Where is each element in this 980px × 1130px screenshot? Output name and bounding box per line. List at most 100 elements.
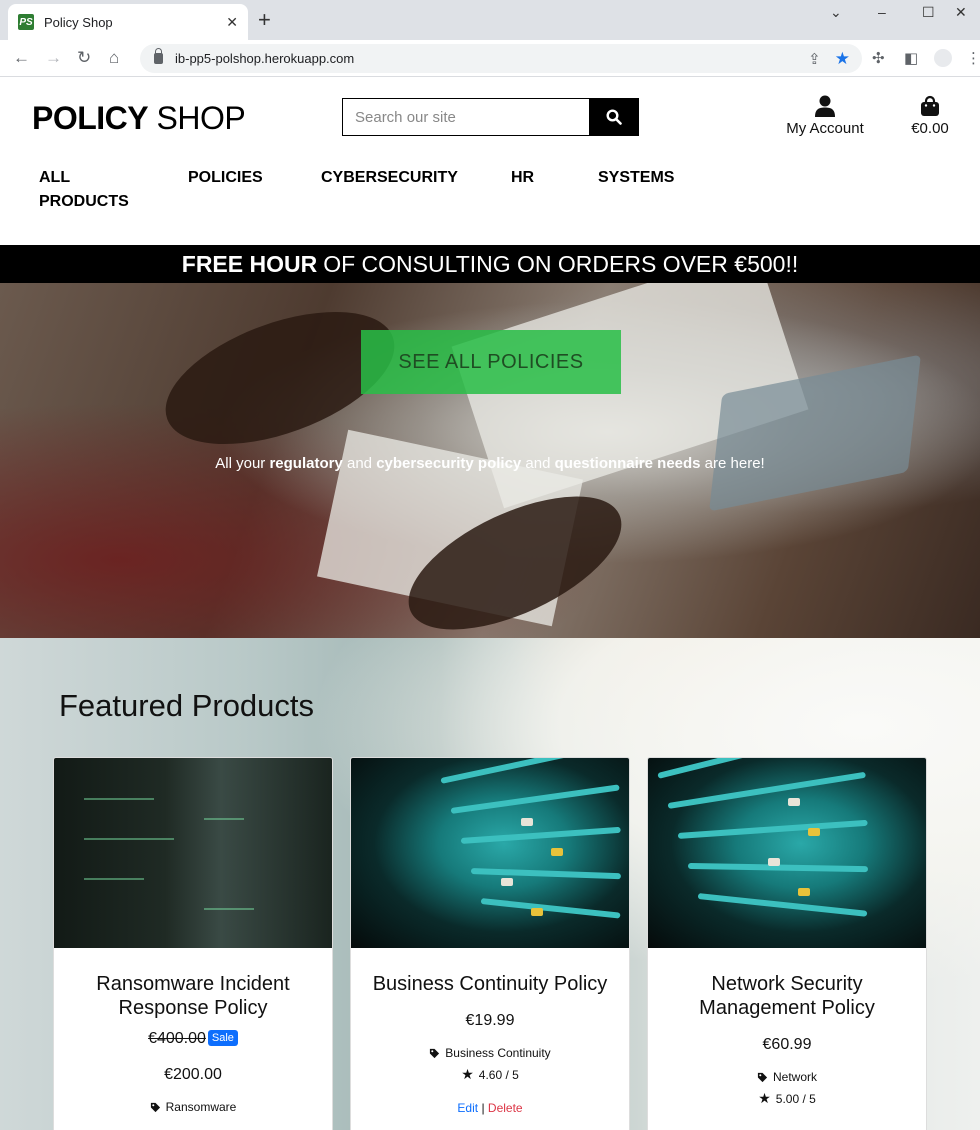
search-button[interactable] [589, 99, 638, 135]
promo-banner: FREE HOUR OF CONSULTING ON ORDERS OVER €5… [0, 245, 980, 283]
plug-shape [521, 818, 533, 826]
featured-section: Featured Products Ransomware Incident Re… [0, 638, 980, 1130]
product-rating: ★ 4.60 / 5 [351, 1066, 629, 1083]
product-name[interactable]: Business Continuity Policy [351, 972, 629, 996]
rack-light [204, 908, 254, 910]
share-icon[interactable]: ⇪ [808, 50, 821, 68]
cable-shape [677, 819, 868, 839]
product-name-line: Network Security [711, 973, 863, 995]
product-name-line: Management Policy [699, 997, 875, 1019]
product-rating: ★ 5.00 / 5 [648, 1090, 926, 1107]
old-price: €400.00 [148, 1030, 206, 1047]
plug-shape [798, 888, 810, 896]
product-card[interactable]: Ransomware Incident Response Policy €400… [53, 757, 333, 1130]
rating-value: 5.00 / 5 [775, 1091, 816, 1106]
plug-shape [531, 908, 543, 916]
plug-shape [788, 798, 800, 806]
rack-light [204, 818, 244, 820]
nav-systems[interactable]: SYSTEMS [598, 166, 674, 190]
minimize-icon[interactable]: – [878, 4, 886, 20]
user-icon [815, 95, 835, 117]
extensions-icon[interactable]: ✣ [872, 49, 885, 67]
cable-shape [470, 868, 622, 880]
product-image[interactable] [351, 758, 629, 948]
reload-icon[interactable]: ↻ [77, 48, 91, 68]
forward-icon[interactable]: → [45, 48, 62, 68]
cable-shape [440, 758, 608, 784]
site-search [342, 98, 639, 136]
address-bar[interactable]: ib-pp5-polshop.herokuapp.com ⇪ ★ [140, 44, 862, 73]
tagline-part: All your [215, 455, 270, 472]
url-text: ib-pp5-polshop.herokuapp.com [175, 51, 355, 66]
product-card[interactable]: Business Continuity Policy €19.99 Busine… [350, 757, 630, 1130]
logo-bold: POLICY [32, 100, 149, 136]
rack-light [84, 878, 144, 880]
hero-section: SEE ALL POLICIES All your regulatory and… [0, 283, 980, 638]
featured-title: Featured Products [59, 688, 315, 723]
plug-shape [768, 858, 780, 866]
maximize-icon[interactable]: ☐ [922, 4, 935, 21]
sale-badge: Sale [207, 1030, 238, 1046]
price-row: €400.00 Sale [54, 1030, 332, 1048]
delete-link[interactable]: Delete [488, 1101, 523, 1115]
site-logo[interactable]: POLICY SHOP [32, 100, 246, 137]
window-close-icon[interactable]: ✕ [955, 4, 967, 21]
new-tab-icon[interactable]: + [258, 8, 271, 32]
tagline-bold: questionnaire needs [554, 455, 701, 472]
cable-shape [667, 771, 867, 809]
search-icon [605, 109, 622, 125]
edit-link[interactable]: Edit [457, 1101, 478, 1115]
product-category[interactable]: Ransomware [54, 1100, 332, 1114]
back-icon[interactable]: ← [13, 48, 30, 68]
category-label: Network [772, 1070, 817, 1084]
nav-all-line2: PRODUCTS [39, 193, 129, 210]
tag-icon [430, 1048, 440, 1058]
my-account-link[interactable]: My Account [782, 95, 868, 138]
nav-all-products[interactable]: ALL PRODUCTS [39, 166, 129, 214]
rack-light [84, 838, 174, 840]
tagline-part: and [521, 455, 555, 472]
rating-value: 4.60 / 5 [478, 1067, 519, 1082]
product-image[interactable] [54, 758, 332, 948]
nav-policies[interactable]: POLICIES [188, 166, 263, 190]
nav-cybersecurity[interactable]: CYBERSECURITY [321, 166, 458, 190]
banner-text: OF CONSULTING ON ORDERS OVER €500!! [323, 250, 799, 277]
bookmark-star-icon[interactable]: ★ [835, 49, 850, 69]
see-all-policies-button[interactable]: SEE ALL POLICIES [361, 330, 621, 394]
product-image[interactable] [648, 758, 926, 948]
tab-close-icon[interactable]: ✕ [226, 14, 238, 31]
tab-search-icon[interactable]: ⌄ [830, 4, 842, 21]
product-name[interactable]: Network Security Management Policy [648, 972, 926, 1020]
browser-tab[interactable]: PS Policy Shop ✕ [8, 4, 248, 40]
menu-kebab-icon[interactable]: ⋮ [966, 49, 980, 67]
cable-shape [697, 893, 868, 917]
nav-hr[interactable]: HR [511, 166, 534, 190]
account-label: My Account [786, 120, 864, 137]
tag-icon [757, 1072, 768, 1082]
product-price: €200.00 [164, 1066, 222, 1083]
shopping-bag-link[interactable]: €0.00 [905, 95, 955, 138]
admin-actions: Edit | Delete [351, 1101, 629, 1115]
logo-light: SHOP [156, 100, 246, 136]
product-card[interactable]: Network Security Management Policy €60.9… [647, 757, 927, 1130]
category-label: Business Continuity [445, 1046, 551, 1060]
product-name-line: Ransomware Incident [96, 973, 290, 995]
nav-all-line1: ALL [39, 169, 71, 186]
side-panel-icon[interactable]: ◧ [904, 49, 918, 67]
plug-shape [551, 848, 563, 856]
category-label: Ransomware [165, 1100, 237, 1114]
site-favicon-icon: PS [18, 14, 34, 30]
product-category[interactable]: Network [648, 1070, 926, 1084]
search-input[interactable] [343, 99, 589, 135]
profile-avatar-icon[interactable] [934, 49, 952, 67]
hero-tagline: All your regulatory and cybersecurity po… [0, 455, 980, 472]
lock-icon [154, 48, 163, 64]
tagline-part: and [342, 455, 377, 472]
product-price: €60.99 [762, 1036, 812, 1053]
product-category[interactable]: Business Continuity [351, 1046, 629, 1060]
browser-toolbar: ← → ↻ ⌂ ib-pp5-polshop.herokuapp.com ⇪ ★… [0, 40, 980, 77]
star-icon: ★ [758, 1090, 771, 1106]
home-icon[interactable]: ⌂ [109, 48, 119, 68]
cable-shape [460, 826, 621, 844]
product-name[interactable]: Ransomware Incident Response Policy [54, 972, 332, 1020]
